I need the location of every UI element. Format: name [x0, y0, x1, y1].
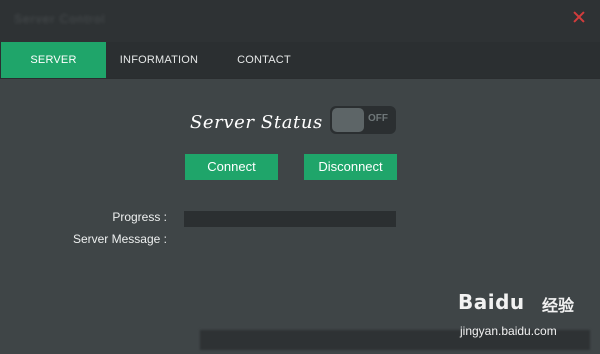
watermark-logo: Baidu	[458, 290, 525, 314]
server-status-label: Server Status :	[190, 112, 336, 133]
toggle-knob[interactable]	[332, 108, 364, 132]
server-message-label: Server Message :	[72, 232, 167, 246]
progress-bar	[184, 211, 396, 227]
tab-contact[interactable]: CONTACT	[222, 42, 306, 78]
toggle-state-text: OFF	[368, 113, 388, 124]
progress-label: Progress :	[112, 210, 167, 224]
window-title: Server Control	[14, 12, 106, 26]
close-icon[interactable]	[572, 10, 586, 24]
tab-bar: SERVER INFORMATION CONTACT	[0, 42, 600, 79]
disconnect-button[interactable]: Disconnect	[304, 154, 397, 180]
watermark-url: jingyan.baidu.com	[460, 324, 557, 338]
server-status-toggle[interactable]: OFF	[330, 106, 396, 134]
watermark: Baidu 经验 jingyan.baidu.com	[458, 288, 588, 344]
tab-information[interactable]: INFORMATION	[110, 42, 208, 78]
tab-server[interactable]: SERVER	[1, 42, 106, 78]
title-bar: Server Control	[0, 0, 600, 42]
app-window: Server Control SERVER INFORMATION CONTAC…	[0, 0, 600, 354]
connect-button[interactable]: Connect	[185, 154, 278, 180]
watermark-chinese: 经验	[542, 296, 575, 315]
